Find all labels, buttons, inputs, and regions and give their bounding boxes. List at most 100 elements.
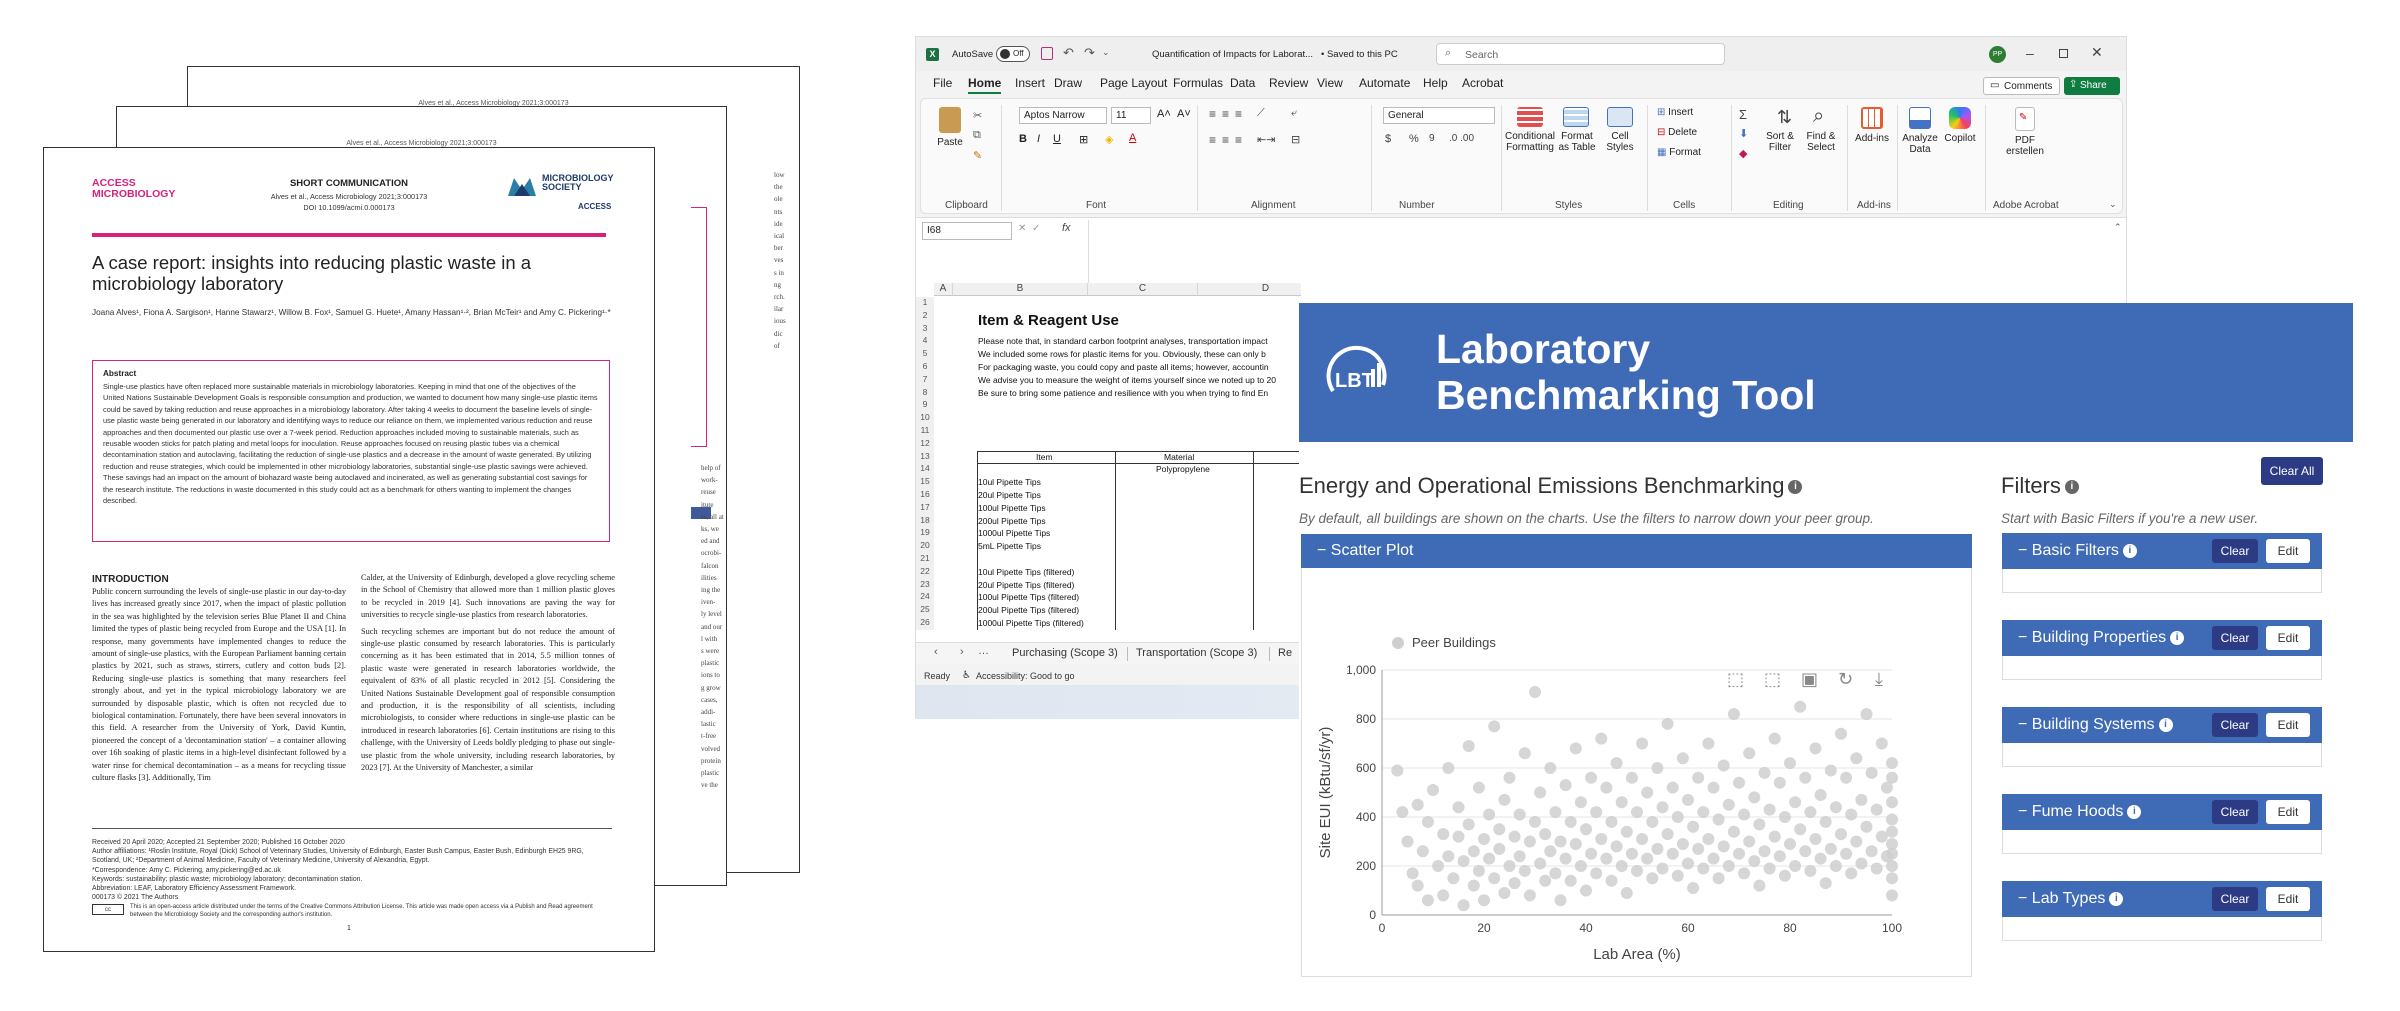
data-point[interactable] — [1559, 852, 1572, 865]
data-point[interactable] — [1840, 771, 1853, 784]
clear-button[interactable]: Clear — [2212, 626, 2258, 650]
data-point[interactable] — [1503, 860, 1516, 872]
data-point[interactable] — [1717, 759, 1730, 772]
data-point[interactable] — [1840, 847, 1853, 860]
row-header[interactable]: 22 — [916, 565, 934, 579]
sheet-more-icon[interactable]: … — [978, 645, 989, 657]
data-point[interactable] — [1702, 737, 1715, 750]
row-header[interactable]: 19 — [916, 527, 934, 541]
data-point[interactable] — [1763, 862, 1776, 875]
data-point[interactable] — [1488, 720, 1501, 733]
data-point[interactable] — [1411, 798, 1424, 811]
find-select-label[interactable]: Find & Select — [1801, 131, 1841, 153]
data-point[interactable] — [1539, 874, 1552, 887]
clear-button[interactable]: Clear — [2212, 713, 2258, 737]
comments-button[interactable]: ▭ Comments — [1983, 77, 2060, 95]
data-point[interactable] — [1656, 862, 1669, 875]
data-point[interactable] — [1799, 845, 1812, 858]
info-icon[interactable]: i — [2127, 804, 2142, 819]
clear-button[interactable]: Clear — [2212, 539, 2258, 563]
data-point[interactable] — [1687, 820, 1700, 833]
row-header[interactable]: 14 — [916, 463, 934, 477]
data-point[interactable] — [1437, 828, 1450, 841]
row-header[interactable]: 15 — [916, 476, 934, 489]
clear-icon[interactable]: ◆ — [1739, 147, 1747, 160]
comma-icon[interactable]: 9 — [1429, 133, 1435, 144]
data-point[interactable] — [1860, 820, 1873, 833]
data-point[interactable] — [1462, 818, 1475, 831]
font-size-select[interactable]: 11 — [1111, 107, 1151, 124]
data-point[interactable] — [1687, 882, 1700, 895]
data-point[interactable] — [1850, 835, 1863, 848]
row-header[interactable]: 9 — [916, 399, 934, 413]
data-point[interactable] — [1641, 852, 1654, 865]
data-point[interactable] — [1539, 828, 1552, 841]
row-header[interactable]: 24 — [916, 591, 934, 605]
tab-acrobat[interactable]: Acrobat — [1462, 76, 1503, 90]
collapse-ribbon-icon[interactable]: ⌄ — [2109, 199, 2117, 210]
data-point[interactable] — [1406, 867, 1419, 880]
data-point[interactable] — [1727, 825, 1740, 838]
data-point[interactable] — [1824, 764, 1837, 777]
data-point[interactable] — [1544, 845, 1557, 858]
zoom-icon[interactable]: ⬚ — [1727, 669, 1744, 690]
data-point[interactable] — [1432, 860, 1445, 872]
data-point[interactable] — [1784, 757, 1796, 770]
row-header[interactable]: 26 — [916, 617, 934, 630]
data-point[interactable] — [1631, 864, 1643, 877]
row-header[interactable]: 3 — [916, 322, 934, 336]
data-point[interactable] — [1554, 835, 1567, 848]
data-point[interactable] — [1462, 739, 1475, 752]
data-point[interactable] — [1610, 840, 1623, 853]
autosum-icon[interactable]: Σ — [1739, 107, 1747, 122]
data-point[interactable] — [1886, 813, 1898, 826]
tab-view[interactable]: View — [1317, 76, 1343, 90]
tab-draw[interactable]: Draw — [1054, 76, 1082, 90]
formula-input[interactable] — [1088, 220, 2118, 284]
data-point[interactable] — [1620, 825, 1633, 838]
filter-card-header[interactable]: − Basic Filters i Clear Edit — [2002, 533, 2322, 569]
row-header[interactable]: 20 — [916, 540, 934, 553]
data-point[interactable] — [1886, 847, 1898, 860]
data-point[interactable] — [1564, 874, 1577, 887]
row-header[interactable]: 21 — [916, 553, 934, 566]
edit-button[interactable]: Edit — [2266, 887, 2310, 911]
row-header[interactable]: 23 — [916, 578, 934, 592]
data-point[interactable] — [1615, 860, 1628, 872]
data-point[interactable] — [1773, 776, 1786, 789]
data-point[interactable] — [1845, 808, 1858, 821]
filter-card-header[interactable]: − Lab Types i Clear Edit — [2002, 881, 2322, 917]
data-point[interactable] — [1585, 847, 1598, 860]
italic-icon[interactable]: I — [1037, 133, 1040, 145]
item-cell[interactable]: 1000ul Pipette Tips (filtered) — [978, 618, 1084, 628]
data-point[interactable] — [1416, 845, 1429, 858]
percent-icon[interactable]: % — [1409, 133, 1419, 145]
pan-icon[interactable]: ⬚ — [1764, 669, 1781, 690]
info-icon[interactable]: i — [2158, 717, 2173, 732]
data-point[interactable] — [1886, 860, 1898, 872]
row-header[interactable]: 25 — [916, 604, 934, 617]
data-point[interactable] — [1411, 879, 1424, 892]
row-header[interactable]: 5 — [916, 348, 934, 361]
next-sheet-icon[interactable]: › — [960, 646, 964, 658]
data-point[interactable] — [1442, 762, 1455, 774]
data-point[interactable] — [1574, 796, 1587, 809]
data-point[interactable] — [1457, 899, 1470, 912]
data-point[interactable] — [1829, 860, 1842, 872]
data-point[interactable] — [1789, 860, 1802, 872]
copilot-icon[interactable] — [1949, 107, 1971, 129]
filter-card-header[interactable]: − Fume Hoods i Clear Edit — [2002, 794, 2322, 830]
data-point[interactable] — [1452, 801, 1465, 814]
data-point[interactable] — [1778, 869, 1791, 882]
data-point[interactable] — [1580, 884, 1592, 897]
data-point[interactable] — [1554, 894, 1567, 907]
format-as-table-icon[interactable] — [1563, 107, 1589, 127]
data-point[interactable] — [1478, 833, 1490, 846]
format-painter-icon[interactable]: ✎ — [973, 149, 982, 162]
filter-card-header[interactable]: − Building Properties i Clear Edit — [2002, 620, 2322, 656]
copy-icon[interactable]: ⧉ — [973, 129, 981, 142]
data-point[interactable] — [1733, 776, 1745, 789]
format-as-table-label[interactable]: Format as Table — [1555, 131, 1599, 153]
find-select-icon[interactable]: ⌕ — [1813, 105, 1824, 128]
data-point[interactable] — [1534, 786, 1547, 799]
